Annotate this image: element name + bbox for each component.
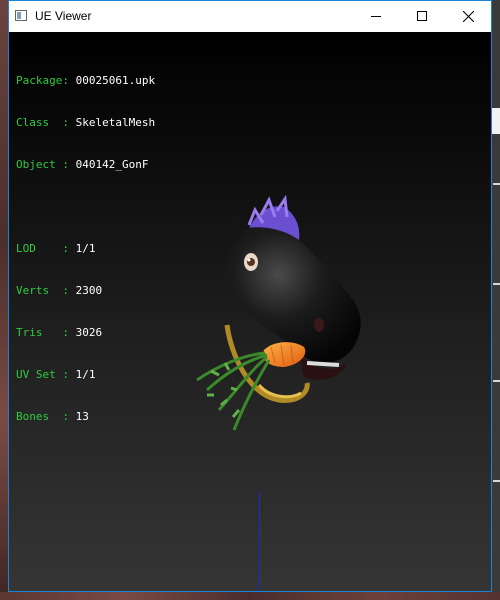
background-window-tick [493, 183, 500, 185]
info-row-verts: Verts : 2300 [16, 284, 103, 297]
desktop-background-bottom [0, 592, 500, 600]
3d-viewport[interactable]: Package: 00025061.upk Class : SkeletalMe… [9, 32, 491, 591]
maximize-button[interactable] [399, 1, 445, 32]
background-window-tick [493, 480, 500, 482]
minimize-icon [371, 16, 381, 17]
window-title: UE Viewer [35, 9, 92, 23]
info-row-class: Class : SkeletalMesh [16, 116, 156, 129]
close-icon [463, 11, 474, 22]
info-row-package: Package: 00025061.upk [16, 74, 156, 87]
info-row-bones: Bones : 13 [16, 410, 89, 423]
info-row-object: Object : 040142_GonF [16, 158, 149, 171]
vertical-axis-line [259, 492, 260, 591]
desktop-background-right [492, 0, 500, 600]
background-window-tick [493, 380, 500, 382]
desktop-background-left [0, 0, 8, 600]
info-row-uvset: UV Set : 1/1 [16, 368, 96, 381]
background-window-edge [492, 108, 500, 134]
maximize-icon [417, 11, 427, 21]
info-row-lod: LOD : 1/1 [16, 242, 96, 255]
title-bar[interactable]: UE Viewer [9, 1, 491, 32]
ue-viewer-window: UE Viewer Package: 00025061.upk Class : … [8, 0, 492, 592]
app-icon[interactable] [15, 10, 27, 21]
close-button[interactable] [445, 1, 491, 32]
horse-head-mesh[interactable] [189, 195, 379, 440]
minimize-button[interactable] [353, 1, 399, 32]
background-window-tick [493, 283, 500, 285]
mesh-info-overlay: Package: 00025061.upk Class : SkeletalMe… [16, 46, 155, 452]
info-row-tris: Tris : 3026 [16, 326, 103, 339]
